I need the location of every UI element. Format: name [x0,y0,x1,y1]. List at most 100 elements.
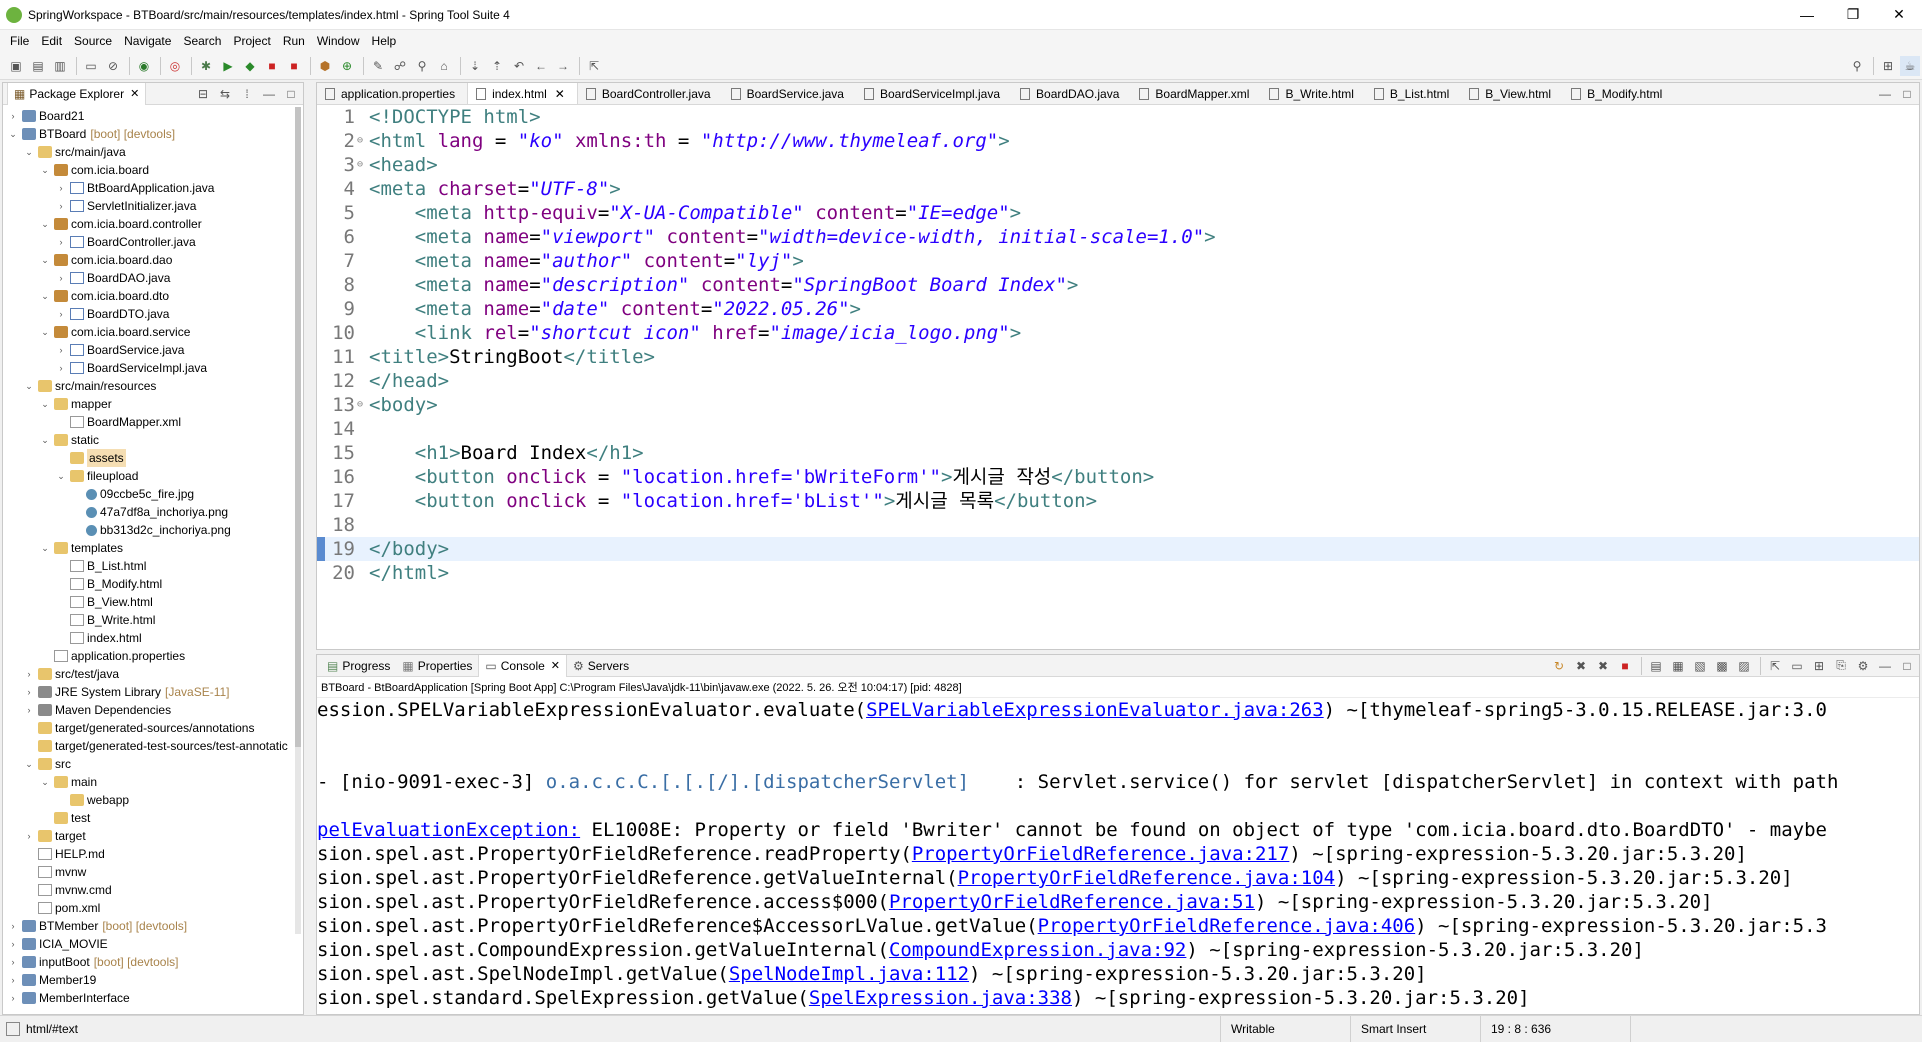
console-output[interactable]: ession.SPELVariableExpressionEvaluator.e… [317,698,1919,1010]
close-icon[interactable]: ✕ [551,659,560,672]
close-button[interactable]: ✕ [1876,0,1922,30]
tree-node[interactable]: ⌄mapper [3,395,303,413]
filters-icon[interactable]: ⁞ [237,84,257,104]
code-editor[interactable]: 1<!DOCTYPE html>2⊖<html lang = "ko" xmln… [317,105,1919,585]
expand-twisty-icon[interactable]: › [55,233,67,251]
code-line[interactable]: 8 <meta name="description" content="Spri… [317,273,1919,297]
tab-progress[interactable]: ▤ Progress [321,655,396,677]
tree-node[interactable]: bb313d2c_inchoriya.png [3,521,303,539]
menu-search[interactable]: Search [177,34,227,48]
tree-node[interactable]: ⌄com.icia.board.service [3,323,303,341]
lock-icon[interactable]: ⎘ [1831,656,1851,676]
code-line[interactable]: 4<meta charset="UTF-8"> [317,177,1919,201]
tree-node[interactable]: ›BoardDAO.java [3,269,303,287]
menu-run[interactable]: Run [277,34,311,48]
tree-node[interactable]: ›BoardController.java [3,233,303,251]
tree-node[interactable]: application.properties [3,647,303,665]
tree-node[interactable]: ›inputBoot[boot] [devtools] [3,953,303,971]
show-on-output-icon[interactable]: ▩ [1712,656,1732,676]
editor-tab[interactable]: BoardServiceImpl.java [856,83,1012,105]
tree-node[interactable]: ⌄com.icia.board.controller [3,215,303,233]
stop-other-icon[interactable]: ■ [284,56,304,76]
skip-breakpoints-icon[interactable]: ⊘ [103,56,123,76]
code-line[interactable]: 15 <h1>Board Index</h1> [317,441,1919,465]
tree-node[interactable]: ›Board21 [3,107,303,125]
tree-node[interactable]: ›ICIA_MOVIE [3,935,303,953]
new-package-icon[interactable]: ⬢ [315,56,335,76]
tree-node[interactable]: HELP.md [3,845,303,863]
code-line[interactable]: 2⊖<html lang = "ko" xmlns:th = "http://w… [317,129,1919,153]
editor-tab[interactable]: B_Write.html [1261,83,1365,105]
code-line[interactable]: 20</html> [317,561,1919,585]
tree-node[interactable]: B_Write.html [3,611,303,629]
code-line[interactable]: 5 <meta http-equiv="X-UA-Compatible" con… [317,201,1919,225]
expand-twisty-icon[interactable]: › [23,665,35,683]
fold-toggle-icon[interactable]: ⊖ [357,393,365,417]
code-line[interactable]: 14 [317,417,1919,441]
expand-twisty-icon[interactable]: › [55,269,67,287]
maximize-view-icon[interactable]: □ [281,84,301,104]
expand-twisty-icon[interactable]: ⌄ [7,125,19,143]
search-icon[interactable]: ⚲ [1847,56,1867,76]
fold-toggle-icon[interactable]: ⊖ [357,153,365,177]
open-perspective-icon[interactable]: ⊞ [1878,56,1898,76]
new-icon[interactable]: ▣ [6,56,26,76]
editor-tab[interactable]: B_View.html [1461,83,1563,105]
editor-tab[interactable]: BoardService.java [723,83,856,105]
tree-node[interactable]: BoardMapper.xml [3,413,303,431]
tree-node[interactable]: target/generated-test-sources/test-annot… [3,737,303,755]
tree-node[interactable]: ⌄com.icia.board [3,161,303,179]
tree-node[interactable]: ⌄fileupload [3,467,303,485]
expand-twisty-icon[interactable]: ⌄ [39,773,51,791]
editor-tab[interactable]: B_List.html [1366,83,1461,105]
code-line[interactable]: 18 [317,513,1919,537]
expand-twisty-icon[interactable]: › [7,971,19,989]
remove-launch-icon[interactable]: ✖ [1571,656,1591,676]
open-type-icon[interactable]: ✎ [368,56,388,76]
tree-node[interactable]: ⌄com.icia.board.dao [3,251,303,269]
code-line[interactable]: 6 <meta name="viewport" content="width=d… [317,225,1919,249]
forward-icon[interactable]: → [553,56,573,76]
expand-twisty-icon[interactable]: › [55,305,67,323]
tree-node[interactable]: webapp [3,791,303,809]
code-line[interactable]: 7 <meta name="author" content="lyj"> [317,249,1919,273]
close-icon[interactable]: ✕ [555,87,565,101]
tree-node[interactable]: test [3,809,303,827]
tab-servers[interactable]: ⚙ Servers [567,655,635,677]
minimize-view-icon[interactable]: — [259,84,279,104]
tree-node[interactable]: ⌄main [3,773,303,791]
code-line[interactable]: 12</head> [317,369,1919,393]
code-line[interactable]: 17 <button onclick = "location.href='bLi… [317,489,1919,513]
terminate-icon[interactable]: ■ [1615,656,1635,676]
editor-tab[interactable]: BoardMapper.xml [1131,83,1261,105]
tree-node[interactable]: mvnw.cmd [3,881,303,899]
menu-source[interactable]: Source [68,34,118,48]
expand-twisty-icon[interactable]: › [7,989,19,1007]
tree-node[interactable]: ›target [3,827,303,845]
expand-twisty-icon[interactable]: ⌄ [39,215,51,233]
tab-properties[interactable]: ▦ Properties [396,655,478,677]
pin-console-icon[interactable]: ⇱ [1765,656,1785,676]
tree-node[interactable]: ⌄src/main/java [3,143,303,161]
expand-twisty-icon[interactable]: › [23,683,35,701]
boot-dashboard-icon[interactable]: ◉ [134,56,154,76]
expand-twisty-icon[interactable]: ⌄ [39,251,51,269]
save-all-icon[interactable]: ▥ [50,56,70,76]
code-line[interactable]: 16 <button onclick = "location.href='bWr… [317,465,1919,489]
code-line[interactable]: 11<title>StringBoot</title> [317,345,1919,369]
expand-twisty-icon[interactable]: › [23,701,35,719]
back-icon[interactable]: ← [531,56,551,76]
expand-twisty-icon[interactable]: ⌄ [39,395,51,413]
tree-node[interactable]: B_Modify.html [3,575,303,593]
tree-node[interactable]: ⌄templates [3,539,303,557]
expand-twisty-icon[interactable]: › [55,197,67,215]
editor-tab[interactable]: application.properties [317,83,467,105]
menu-window[interactable]: Window [311,34,366,48]
save-icon[interactable]: ▤ [28,56,48,76]
terminal-icon[interactable]: ▭ [81,56,101,76]
explorer-scrollbar[interactable] [295,107,301,934]
show-on-error-icon[interactable]: ▨ [1734,656,1754,676]
pin-editor-icon[interactable]: ⇱ [584,56,604,76]
code-line[interactable]: 10 <link rel="shortcut icon" href="image… [317,321,1919,345]
display-console-icon[interactable]: ▭ [1787,656,1807,676]
